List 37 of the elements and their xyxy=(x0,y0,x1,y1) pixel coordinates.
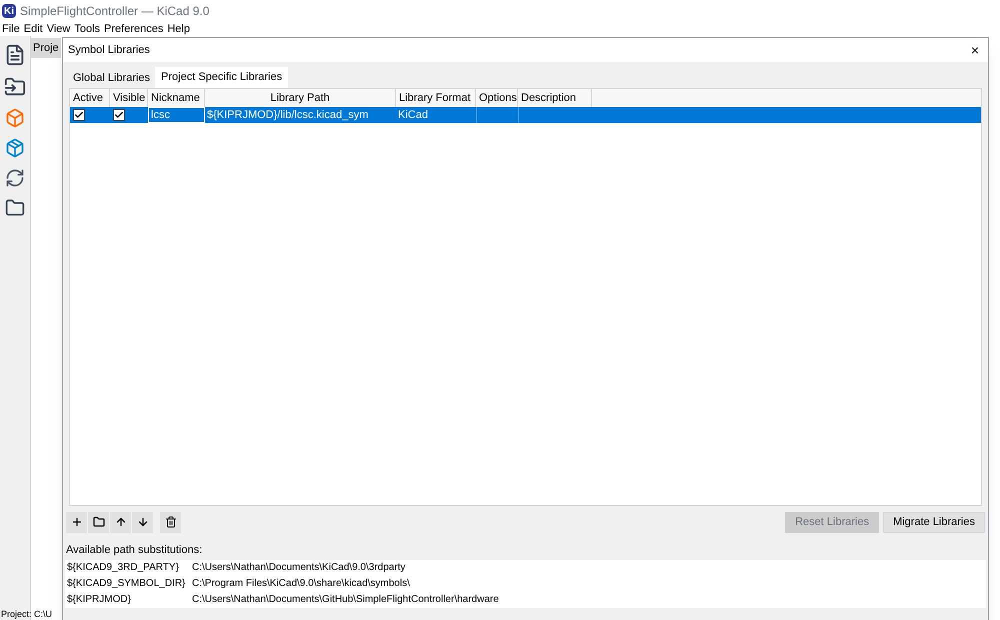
menu-item[interactable]: Tools xyxy=(74,20,100,38)
open-project-icon[interactable] xyxy=(4,76,26,98)
panel-header: Proje xyxy=(33,40,59,56)
dialog-title: Symbol Libraries xyxy=(68,42,150,58)
new-project-icon[interactable] xyxy=(4,44,26,66)
status-text: Project: C:\U xyxy=(1,608,52,620)
delete-icon[interactable] xyxy=(160,512,181,532)
variable-name: ${KICAD9_3RD_PARTY} xyxy=(66,561,180,575)
column-header[interactable]: Nickname xyxy=(148,89,205,107)
folder-icon[interactable] xyxy=(88,512,109,532)
box-icon[interactable] xyxy=(5,108,25,128)
app-logo: Ki xyxy=(2,4,16,18)
variable-name: ${KIPRJMOD} xyxy=(66,593,132,607)
add-icon[interactable] xyxy=(66,512,87,532)
refresh-icon[interactable] xyxy=(5,168,25,188)
close-button[interactable]: × xyxy=(966,43,983,57)
menu-item[interactable]: Help xyxy=(167,20,190,38)
variable-path: C:\Users\Nathan\Documents\GitHub\SimpleFlightController\hardware xyxy=(192,593,499,607)
table-cell: lcsc xyxy=(148,107,205,123)
dialog-button[interactable]: Migrate Libraries xyxy=(883,512,985,532)
tab[interactable]: Project Specific Libraries xyxy=(155,67,288,88)
window-title: SimpleFlightController — KiCad 9.0 xyxy=(20,3,210,20)
package-icon[interactable] xyxy=(5,138,25,158)
menu-item[interactable]: Edit xyxy=(24,20,43,38)
folder-icon[interactable] xyxy=(5,198,25,218)
variable-path: C:\Program Files\KiCad\9.0\share\kicad\symbols\ xyxy=(192,577,410,591)
checkbox[interactable] xyxy=(113,109,125,121)
substitutions-label: Available path substitutions: xyxy=(66,543,204,558)
table-cell-text: ${KIPRJMOD}/lib/lcsc.kicad_sym xyxy=(206,108,370,123)
table-cell-text: KiCad xyxy=(397,108,429,123)
variable-name: ${KICAD9_SYMBOL_DIR} xyxy=(66,577,186,591)
checkbox[interactable] xyxy=(73,109,85,121)
table-row[interactable]: lcsc ${KIPRJMOD}/lib/lcsc.kicad_sym KiCad xyxy=(70,107,981,123)
menu-item[interactable]: File xyxy=(2,20,20,38)
variable-path: C:\Users\Nathan\Documents\KiCad\9.0\3rdparty xyxy=(192,561,406,575)
menu-item[interactable]: View xyxy=(46,20,70,38)
menu-item[interactable]: Preferences xyxy=(104,20,164,38)
